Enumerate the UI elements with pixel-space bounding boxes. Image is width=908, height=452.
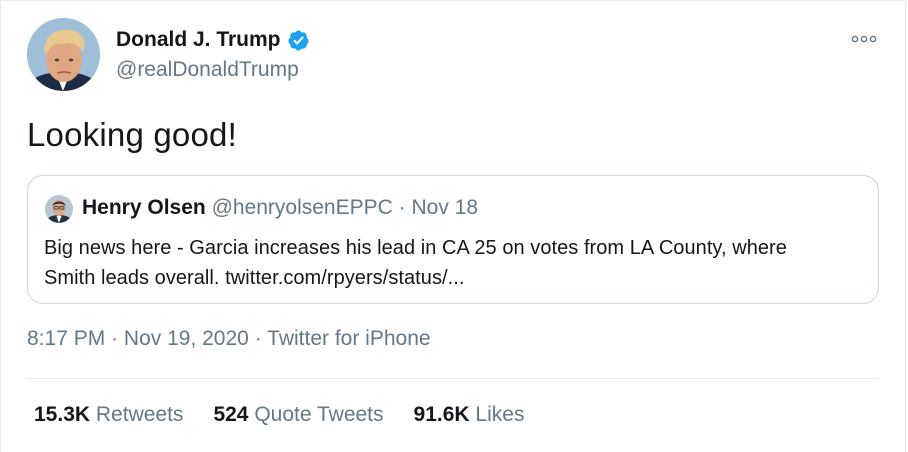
quoted-text-line-2: Smith leads overall. twitter.com/rpyers/… [44,267,465,289]
retweets-count: 15.3K [34,403,91,426]
author-handle[interactable]: @realDonaldTrump [116,58,299,82]
quote-tweets-count: 524 [213,403,249,426]
meta-separator-2: · [254,327,262,350]
quoted-tweet-text: Big news here - Garcia increases his lea… [44,233,874,293]
author-name-text[interactable]: Donald J. Trump [116,28,281,52]
tweet-text: Looking good! [27,116,237,153]
tweet-time[interactable]: 8:17 PM [27,327,105,350]
retweets-stat[interactable]: 15.3K Retweets [34,403,183,427]
likes-count: 91.6K [413,403,470,426]
more-options-icon [851,30,877,48]
tweet-source[interactable]: Twitter for iPhone [267,327,430,350]
quoted-tweet-header: Henry Olsen @henryolsenEPPC · Nov 18 [82,196,478,220]
tweet-stats: 15.3K Retweets 524 Quote Tweets 91.6K Li… [34,403,554,427]
divider [27,378,879,379]
author-avatar[interactable] [27,18,100,91]
quoted-date: Nov 18 [411,196,479,219]
retweets-label: Retweets [95,403,184,426]
tweet-date[interactable]: Nov 19, 2020 [124,327,249,350]
quoted-author-name: Henry Olsen [82,196,206,219]
tweet-meta: 8:17 PM · Nov 19, 2020 · Twitter for iPh… [27,327,431,351]
tweet-card: Donald J. Trump @realDonaldTrump Looking… [0,0,906,452]
quoted-text-line-1: Big news here - Garcia increases his lea… [44,237,787,259]
quote-tweets-stat[interactable]: 524 Quote Tweets [213,403,383,427]
more-options-button[interactable] [849,29,879,49]
quoted-separator: · [398,196,406,219]
quoted-author-avatar [45,195,73,223]
likes-label: Likes [475,403,525,426]
likes-stat[interactable]: 91.6K Likes [414,403,525,427]
quoted-author-handle: @henryolsenEPPC [211,196,393,219]
author-name[interactable]: Donald J. Trump [116,28,310,52]
quoted-tweet[interactable]: Henry Olsen @henryolsenEPPC · Nov 18 Big… [27,175,879,304]
meta-separator-1: · [111,327,119,350]
quote-tweets-label: Quote Tweets [254,403,384,426]
verified-badge-icon [287,29,310,52]
